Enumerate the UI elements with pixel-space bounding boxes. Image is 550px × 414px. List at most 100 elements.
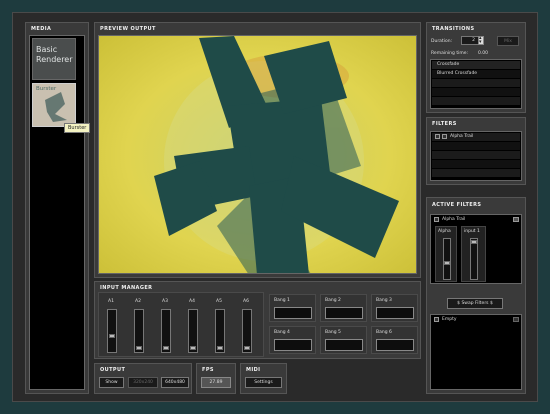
slider-thumb[interactable]: [109, 334, 115, 338]
bang-2[interactable]: Bang 2: [320, 294, 367, 322]
media-thumb-basic-renderer[interactable]: Basic Renderer: [32, 38, 76, 80]
remaining-label: Remaining time:: [431, 51, 469, 56]
param-slider-track[interactable]: [470, 238, 478, 280]
resolution-640x480-button[interactable]: 640x480: [161, 377, 189, 388]
list-empty-row: [432, 142, 520, 150]
list-item-label: Alpha Trail: [450, 134, 474, 139]
slider-track[interactable]: [242, 309, 252, 353]
param-label: input 1: [464, 229, 480, 234]
media-thumb-burster[interactable]: Burster: [32, 83, 76, 127]
slider-thumb[interactable]: [217, 346, 223, 350]
list-empty-row: [432, 151, 520, 159]
transition-item-blurred-crossfade[interactable]: Blurred Crossfade: [432, 70, 520, 78]
output-panel: OUTPUT Show 320x240 640x480: [94, 363, 192, 394]
bang-button[interactable]: [325, 339, 363, 351]
show-button[interactable]: Show: [99, 377, 124, 388]
active-filter-slot-2: Empty: [430, 314, 522, 390]
bang-3[interactable]: Bang 3: [371, 294, 418, 322]
preview-canvas: [98, 35, 417, 274]
bang-5[interactable]: Bang 5: [320, 326, 367, 354]
down-arrow-icon: ▾: [479, 39, 482, 45]
transition-item-crossfade[interactable]: Crossfade: [432, 61, 520, 69]
transitions-panel: TRANSITIONS Duration: 2 ▴ ▾ Mix Remainin…: [426, 22, 526, 113]
list-empty-row: [432, 169, 520, 177]
slider-thumb[interactable]: [136, 346, 142, 350]
list-empty-row: [432, 79, 520, 87]
list-item-label: Crossfade: [437, 62, 460, 67]
media-list: Basic Renderer Burster Burster: [29, 35, 91, 390]
duration-label: Duration:: [431, 39, 453, 44]
param-slider-thumb[interactable]: [471, 240, 477, 244]
param-slider-track[interactable]: [443, 238, 451, 280]
filters-list: Alpha Trail: [430, 131, 522, 181]
active-filters-panel: ACTIVE FILTERS Alpha Trail Alpha input 1…: [426, 197, 526, 394]
bang-button[interactable]: [274, 339, 312, 351]
filters-panel: FILTERS Alpha Trail: [426, 117, 526, 185]
slider-thumb[interactable]: [190, 346, 196, 350]
sliders-group: A1 A2 A3 A4 A5 A6: [98, 292, 264, 357]
midi-panel: MIDI Settings: [240, 363, 287, 394]
filters-title: FILTERS: [432, 121, 457, 127]
slider-a6[interactable]: A6: [237, 295, 259, 355]
preview-title: PREVIEW OUTPUT: [100, 26, 156, 32]
list-empty-row: [432, 97, 520, 105]
param-slider-thumb[interactable]: [444, 261, 450, 265]
remaining-value: 0.00: [478, 51, 489, 56]
slot-empty-label: Empty: [442, 317, 457, 322]
media-panel: MEDIA Basic Renderer Burster Burster: [25, 22, 91, 394]
move-icon[interactable]: [434, 317, 439, 322]
bang-button[interactable]: [376, 339, 414, 351]
param-label: Alpha: [438, 229, 451, 234]
resolution-320x240-button[interactable]: 320x240: [128, 377, 158, 388]
bang-1[interactable]: Bang 1: [269, 294, 316, 322]
slider-a3[interactable]: A3: [156, 295, 178, 355]
midi-settings-button[interactable]: Settings: [245, 377, 282, 388]
fps-title: FPS: [202, 367, 214, 373]
bang-label: Bang 1: [274, 298, 290, 303]
slider-a1[interactable]: A1: [102, 295, 124, 355]
close-icon[interactable]: [513, 317, 519, 322]
move-icon[interactable]: [435, 134, 440, 139]
slider-a2[interactable]: A2: [129, 295, 151, 355]
slider-track[interactable]: [107, 309, 117, 353]
list-empty-row: [432, 88, 520, 96]
slider-track[interactable]: [161, 309, 171, 353]
transitions-title: TRANSITIONS: [432, 26, 475, 32]
slider-thumb[interactable]: [244, 346, 250, 350]
active-filter-slot-1: Alpha Trail Alpha input 1: [430, 214, 522, 284]
mix-button[interactable]: Mix: [497, 36, 519, 46]
filter-item-alpha-trail[interactable]: Alpha Trail: [432, 133, 520, 141]
slider-a5[interactable]: A5: [210, 295, 232, 355]
bang-button[interactable]: [274, 307, 312, 319]
preview-panel: PREVIEW OUTPUT: [94, 22, 421, 278]
slider-thumb[interactable]: [163, 346, 169, 350]
app-window: MEDIA Basic Renderer Burster Burster PRE…: [12, 12, 538, 402]
slider-label: A2: [135, 299, 141, 304]
slider-label: A6: [243, 299, 249, 304]
close-icon[interactable]: [513, 217, 519, 222]
slider-track[interactable]: [134, 309, 144, 353]
move-icon[interactable]: [434, 217, 439, 222]
input-manager-title: INPUT MANAGER: [100, 285, 153, 291]
media-thumb-label: Basic Renderer: [36, 45, 73, 64]
slider-a4[interactable]: A4: [183, 295, 205, 355]
slider-track[interactable]: [215, 309, 225, 353]
bang-label: Bang 5: [325, 330, 341, 335]
bang-label: Bang 2: [325, 298, 341, 303]
preview-render: [99, 36, 416, 273]
active-filter-name: Alpha Trail: [442, 217, 466, 222]
bang-4[interactable]: Bang 4: [269, 326, 316, 354]
bang-label: Bang 4: [274, 330, 290, 335]
duration-stepper[interactable]: ▴ ▾: [478, 36, 484, 45]
midi-title: MIDI: [246, 367, 261, 373]
bang-label: Bang 6: [376, 330, 392, 335]
bang-button[interactable]: [376, 307, 414, 319]
bang-button[interactable]: [325, 307, 363, 319]
slider-label: A1: [108, 299, 114, 304]
add-icon[interactable]: [442, 134, 447, 139]
input-manager-panel: INPUT MANAGER A1 A2 A3 A4 A5 A6 Bang 1 B…: [94, 281, 421, 359]
list-empty-row: [432, 160, 520, 168]
swap-filters-button[interactable]: $ Swap Filters $: [447, 298, 503, 309]
bang-6[interactable]: Bang 6: [371, 326, 418, 354]
slider-track[interactable]: [188, 309, 198, 353]
